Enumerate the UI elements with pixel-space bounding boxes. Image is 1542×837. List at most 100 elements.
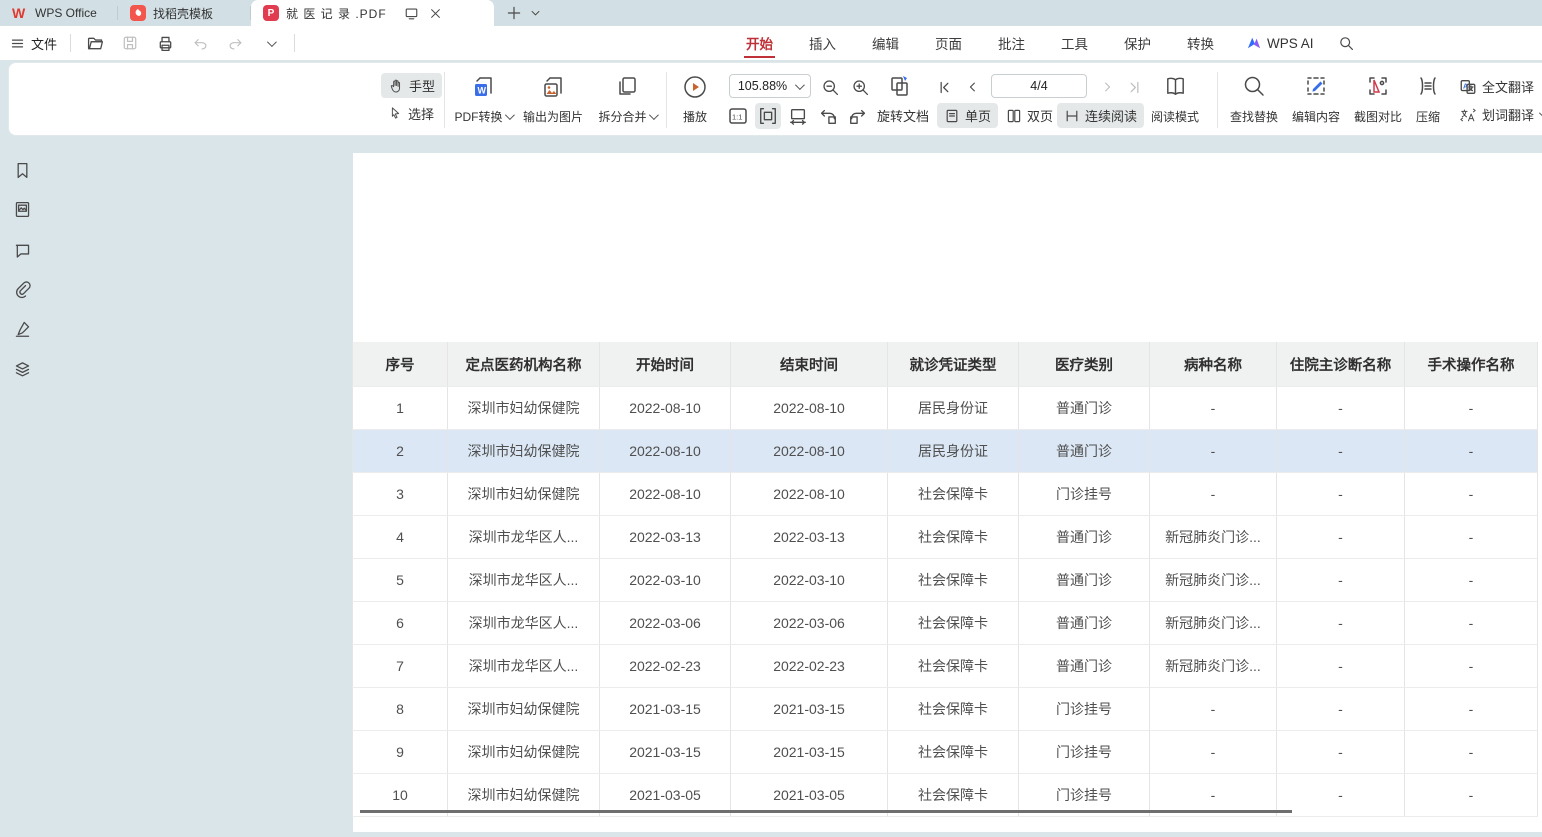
rotate-right-button[interactable] <box>845 103 871 129</box>
chevron-down-icon <box>648 110 658 120</box>
table-header-cell: 住院主诊断名称 <box>1277 342 1405 387</box>
table-horizontal-scrollbar[interactable] <box>360 810 1292 813</box>
actual-size-button[interactable]: 1:1 <box>725 103 751 129</box>
screenshot-compare-icon <box>1366 74 1390 98</box>
rotate-pages-button[interactable] <box>887 73 913 99</box>
full-translate-button[interactable]: A 全文翻译 <box>1459 77 1534 96</box>
menu-item-edit[interactable]: 编辑 <box>854 26 917 60</box>
first-page-button[interactable] <box>931 74 957 100</box>
table-cell: 门诊挂号 <box>1019 731 1150 774</box>
open-file-button[interactable] <box>84 32 106 54</box>
fit-page-button[interactable] <box>785 103 811 129</box>
table-cell: 深圳市龙华区人... <box>448 602 600 645</box>
table-cell: 2022-08-10 <box>600 387 731 430</box>
rotate-left-icon <box>818 106 838 126</box>
table-cell: 居民身份证 <box>888 430 1019 473</box>
pdf-convert-button[interactable]: W PDF转换 <box>450 72 516 128</box>
docer-icon <box>130 5 146 21</box>
edit-content-button[interactable]: 编辑内容 <box>1283 72 1349 128</box>
bookmarks-panel-button[interactable] <box>10 158 34 182</box>
table-cell: 新冠肺炎门诊... <box>1150 516 1277 559</box>
menu-item-comment[interactable]: 批注 <box>980 26 1043 60</box>
zoom-in-button[interactable] <box>847 74 873 100</box>
page-number-input[interactable]: 4/4 <box>991 74 1087 98</box>
table-cell: 2022-03-13 <box>600 516 731 559</box>
table-cell: 新冠肺炎门诊... <box>1150 559 1277 602</box>
fit-width-button[interactable] <box>755 103 781 129</box>
find-replace-button[interactable]: 查找替换 <box>1221 72 1287 128</box>
table-cell: - <box>1405 731 1538 774</box>
comments-panel-button[interactable] <box>10 238 34 262</box>
play-button[interactable]: 播放 <box>664 72 726 128</box>
wps-ai-button[interactable]: WPS AI <box>1232 36 1328 51</box>
thumbnails-panel-button[interactable] <box>10 197 34 221</box>
tab-docer-templates[interactable]: 找稻壳模板 <box>118 0 251 26</box>
table-cell: 3 <box>352 473 448 516</box>
menu-item-insert[interactable]: 插入 <box>791 26 854 60</box>
export-as-image-button[interactable]: 输出为图片 <box>520 72 586 128</box>
continuous-read-button[interactable]: 连续阅读 <box>1057 103 1144 128</box>
file-menu-label: 文件 <box>31 34 57 53</box>
table-cell: 2022-03-13 <box>731 516 888 559</box>
file-menu-button[interactable]: 文件 <box>10 34 57 53</box>
table-cell: 8 <box>352 688 448 731</box>
table-cell: - <box>1150 688 1277 731</box>
select-tool-button[interactable]: 选择 <box>381 101 441 126</box>
menu-search-button[interactable] <box>1328 35 1364 51</box>
thumbnail-image-icon <box>13 200 32 219</box>
table-cell: 9 <box>352 731 448 774</box>
monitor-icon[interactable] <box>404 6 419 21</box>
select-tool-label: 选择 <box>408 104 434 123</box>
cursor-icon <box>388 106 403 121</box>
menu-bar: 开始 插入 编辑 页面 批注 工具 保护 转换 WPS AI <box>728 26 1364 60</box>
table-row: 7深圳市龙华区人...2022-02-232022-02-23社会保障卡普通门诊… <box>352 645 1538 688</box>
rotate-left-button[interactable] <box>815 103 841 129</box>
wps-ai-label: WPS AI <box>1267 36 1314 51</box>
rotate-doc-label[interactable]: 旋转文档 <box>877 106 929 125</box>
undo-icon <box>192 35 209 52</box>
table-header-cell: 定点医药机构名称 <box>448 342 600 387</box>
tab-wps-office[interactable]: W WPS Office <box>0 0 118 26</box>
attachments-panel-button[interactable] <box>10 277 34 301</box>
split-merge-button[interactable]: 拆分合并 <box>594 72 660 128</box>
one-to-one-icon: 1:1 <box>727 105 749 127</box>
menu-item-page[interactable]: 页面 <box>917 26 980 60</box>
hand-tool-label: 手型 <box>409 76 435 95</box>
hand-tool-button[interactable]: 手型 <box>381 73 442 98</box>
previous-page-button[interactable] <box>959 74 985 100</box>
menu-item-tools[interactable]: 工具 <box>1043 26 1106 60</box>
table-cell: 2022-08-10 <box>731 430 888 473</box>
save-button[interactable] <box>119 32 141 54</box>
undo-button[interactable] <box>189 32 211 54</box>
zoom-level-value: 105.88% <box>738 79 787 93</box>
menu-item-home[interactable]: 开始 <box>728 26 791 60</box>
rotate-right-icon <box>848 106 868 126</box>
close-tab-icon[interactable] <box>429 7 442 20</box>
new-tab-plus-icon[interactable] <box>506 5 522 21</box>
next-page-button[interactable] <box>1095 74 1121 100</box>
single-page-button[interactable]: 单页 <box>937 103 998 128</box>
compress-button[interactable]: 压缩 <box>1401 72 1455 128</box>
menu-item-protect[interactable]: 保护 <box>1106 26 1169 60</box>
word-translate-button[interactable]: 划词翻译 <box>1459 105 1542 124</box>
quickbar-more-button[interactable] <box>259 32 281 54</box>
read-mode-button[interactable]: 阅读模式 <box>1144 72 1206 128</box>
table-cell: 1 <box>352 387 448 430</box>
redo-button[interactable] <box>224 32 246 54</box>
tab-list-chevron-icon[interactable] <box>530 8 541 19</box>
table-header-cell: 医疗类别 <box>1019 342 1150 387</box>
table-cell: 社会保障卡 <box>888 559 1019 602</box>
table-cell: 门诊挂号 <box>1019 688 1150 731</box>
table-cell: 社会保障卡 <box>888 473 1019 516</box>
menu-item-convert[interactable]: 转换 <box>1169 26 1232 60</box>
table-cell: 2022-03-06 <box>600 602 731 645</box>
table-cell: 6 <box>352 602 448 645</box>
zoom-out-button[interactable] <box>817 74 843 100</box>
svg-text:1:1: 1:1 <box>732 113 742 122</box>
print-button[interactable] <box>154 32 176 54</box>
zoom-level-select[interactable]: 105.88% <box>729 74 811 98</box>
layers-panel-button[interactable] <box>10 356 34 380</box>
signature-panel-button[interactable] <box>10 316 34 340</box>
tab-document-pdf[interactable]: P 就 医 记 录 .PDF <box>251 0 494 26</box>
word-translate-icon <box>1459 106 1477 124</box>
